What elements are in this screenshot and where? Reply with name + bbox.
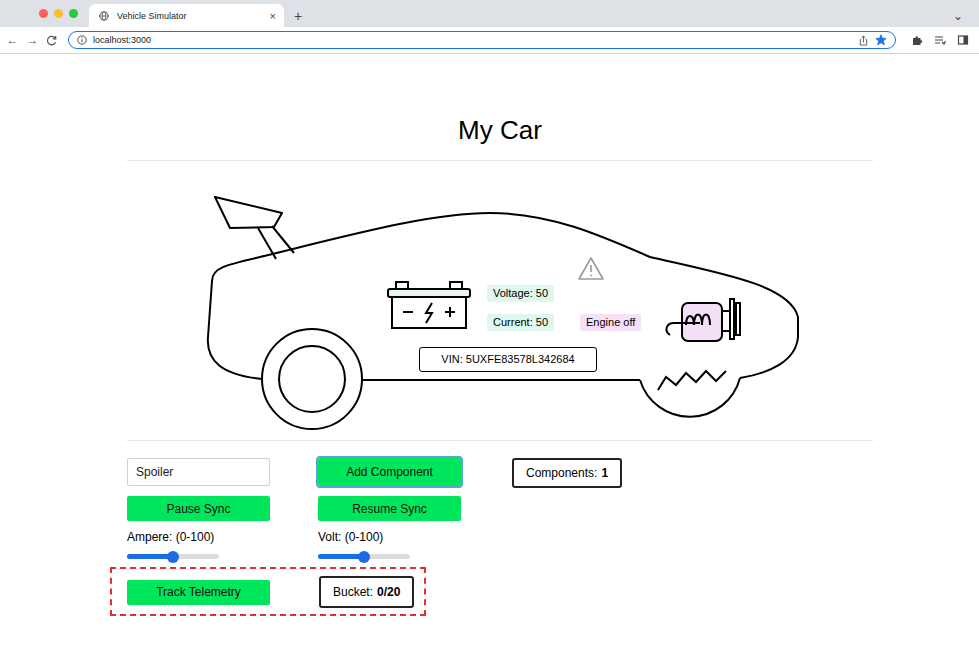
components-value: 1 [601, 466, 608, 480]
close-window-icon[interactable] [39, 9, 48, 18]
engine-status-badge: Engine off [580, 314, 641, 331]
slider-thumb[interactable] [167, 551, 179, 563]
slider-label: Volt: (0-100) [318, 530, 410, 544]
slider[interactable] [127, 554, 219, 559]
reading-list-icon[interactable] [934, 34, 946, 46]
url-text: localhost:3000 [93, 35, 151, 45]
nav-button[interactable]: → [26, 33, 39, 47]
component-input[interactable] [127, 458, 270, 486]
pause-sync-button[interactable]: Pause Sync [127, 496, 270, 521]
address-bar[interactable]: localhost:3000 [68, 31, 896, 49]
car-diagram: Voltage: 50 Current: 50 Engine off VIN: 5UX… [200, 185, 800, 440]
page: My Car Voltage: 50 Current: 50 Engine off VI… [127, 114, 873, 616]
tab-bar: Vehicle Simulator × + ⌄ [0, 0, 979, 27]
warning-icon [579, 258, 603, 279]
browser-window: Vehicle Simulator × + ⌄ ← → localhost:3000 My C… [0, 0, 979, 645]
telemetry-highlight: Track Telemetry Bucket: 0/20 [110, 567, 426, 616]
components-label: Components: [526, 466, 597, 480]
slider-group: Ampere: (0-100) [127, 529, 219, 559]
bucket-label: Bucket: [333, 585, 373, 599]
current-badge: Current: 50 [487, 314, 554, 331]
info-icon[interactable] [77, 35, 87, 45]
side-panel-icon[interactable] [957, 34, 969, 46]
controls-panel: Add Component Components: 1 Pause Sync Resum… [127, 441, 873, 616]
slider-label: Ampere: (0-100) [127, 530, 219, 544]
resume-sync-button[interactable]: Resume Sync [318, 496, 461, 521]
slider-group: Volt: (0-100) [318, 529, 410, 559]
divider [127, 440, 873, 441]
tab-menu-button[interactable]: ⌄ [953, 4, 963, 27]
vin-label: VIN: 5UXFE83578L342684 [419, 347, 597, 372]
bucket-value: 0/20 [377, 585, 400, 599]
star-icon[interactable] [875, 34, 887, 46]
toolbar: ← → localhost:3000 [0, 27, 979, 54]
tab-close-button[interactable]: × [270, 10, 276, 22]
car-outline-icon [200, 185, 800, 440]
tab-title: Vehicle Simulator [117, 11, 262, 21]
add-component-button[interactable]: Add Component [318, 458, 461, 486]
share-icon[interactable] [858, 35, 869, 46]
engine-icon [667, 299, 740, 341]
bucket-count: Bucket: 0/20 [319, 576, 414, 608]
browser-tab[interactable]: Vehicle Simulator × [89, 4, 284, 27]
nav-button[interactable]: ← [6, 33, 19, 47]
components-count: Components: 1 [512, 458, 622, 488]
maximize-window-icon[interactable] [69, 9, 78, 18]
battery-icon [388, 282, 470, 328]
globe-icon [99, 11, 109, 21]
reload-icon[interactable] [46, 35, 57, 46]
minimize-window-icon[interactable] [54, 9, 63, 18]
page-heading: My Car [127, 114, 873, 146]
puzzle-icon[interactable] [911, 34, 923, 46]
divider [127, 160, 873, 161]
slider[interactable] [318, 554, 410, 559]
track-telemetry-button[interactable]: Track Telemetry [127, 580, 270, 605]
voltage-badge: Voltage: 50 [487, 285, 554, 302]
slider-thumb[interactable] [358, 551, 370, 563]
window-controls [0, 0, 89, 27]
new-tab-button[interactable]: + [294, 4, 302, 27]
